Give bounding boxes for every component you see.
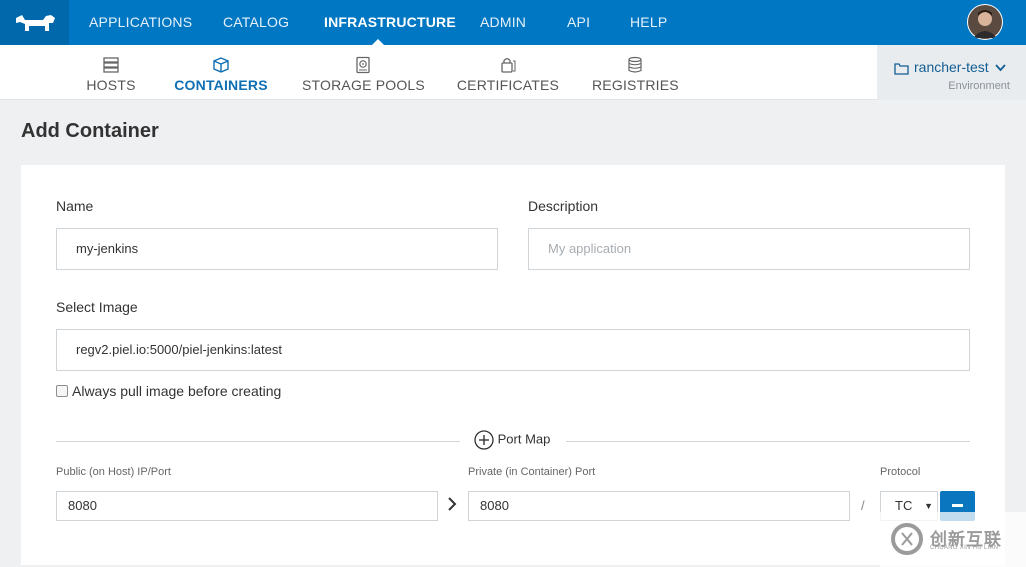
protocol-value: TC xyxy=(895,498,913,513)
subnav-hosts[interactable]: HOSTS xyxy=(82,45,140,100)
always-pull-label: Always pull image before creating xyxy=(72,383,282,399)
subnav-certificates-label: CERTIFICATES xyxy=(456,77,560,93)
public-port-input[interactable]: 8080 xyxy=(56,491,438,521)
description-input[interactable]: My application xyxy=(528,228,970,270)
watermark-logo: 创新互联 CHUANG XIN HU LIAN xyxy=(880,512,1026,567)
subnav-registries[interactable]: REGISTRIES xyxy=(592,45,679,100)
sub-nav-bar: HOSTS CONTAINERS STORAGE POOLS CERTIFICA… xyxy=(0,45,1026,100)
container-box-icon xyxy=(213,57,229,73)
nav-catalog[interactable]: CATALOG xyxy=(223,0,289,45)
nav-api[interactable]: API xyxy=(567,0,590,45)
name-input[interactable]: my-jenkins xyxy=(56,228,498,270)
environment-name: rancher-test xyxy=(914,59,1006,75)
nav-infrastructure[interactable]: INFRASTRUCTURE xyxy=(324,0,456,45)
divider-left xyxy=(56,441,460,442)
nav-applications[interactable]: APPLICATIONS xyxy=(89,0,192,45)
top-nav-bar: APPLICATIONS CATALOG INFRASTRUCTURE ADMI… xyxy=(0,0,1026,45)
registries-icon xyxy=(628,56,642,73)
environment-caption: Environment xyxy=(948,80,1010,92)
protocol-label: Protocol xyxy=(880,466,921,478)
private-port-label: Private (in Container) Port xyxy=(468,466,596,478)
minus-icon xyxy=(952,504,963,507)
subnav-containers-label: CONTAINERS xyxy=(174,77,268,93)
plus-circle-icon xyxy=(474,430,494,450)
nav-help[interactable]: HELP xyxy=(630,0,667,45)
description-label: Description xyxy=(528,198,599,214)
storage-pool-icon xyxy=(356,56,370,74)
subnav-storage-pools-label: STORAGE POOLS xyxy=(302,77,425,93)
subnav-storage-pools[interactable]: STORAGE POOLS xyxy=(302,45,425,100)
image-input[interactable]: regv2.piel.io:5000/piel-jenkins:latest xyxy=(56,329,970,371)
always-pull-checkbox[interactable] xyxy=(56,385,68,397)
chevron-down-icon xyxy=(994,64,1006,72)
subnav-certificates[interactable]: CERTIFICATES xyxy=(456,45,560,100)
port-map-label: Port Map xyxy=(497,431,551,447)
add-port-map-button[interactable]: Port Map xyxy=(474,430,550,450)
user-avatar[interactable] xyxy=(967,4,1003,40)
environment-switcher[interactable]: rancher-test Environment xyxy=(877,45,1026,100)
chevron-right-icon xyxy=(448,497,457,511)
select-image-label: Select Image xyxy=(56,299,138,315)
rancher-logo[interactable] xyxy=(0,0,69,45)
name-label: Name xyxy=(56,198,94,214)
folder-icon xyxy=(894,63,909,75)
divider-right xyxy=(566,441,970,442)
subnav-registries-label: REGISTRIES xyxy=(592,77,679,93)
watermark-subtext: CHUANG XIN HU LIAN xyxy=(930,545,999,551)
subnav-containers[interactable]: CONTAINERS xyxy=(172,45,270,100)
hosts-icon xyxy=(103,57,119,73)
nav-admin[interactable]: ADMIN xyxy=(480,0,526,45)
public-port-label: Public (on Host) IP/Port xyxy=(56,466,171,478)
private-port-input[interactable]: 8080 xyxy=(468,491,850,521)
watermark-emblem-icon xyxy=(891,523,923,555)
certificate-icon xyxy=(501,58,516,73)
page-title: Add Container xyxy=(21,120,159,142)
protocol-separator: / xyxy=(861,498,865,513)
subnav-hosts-label: HOSTS xyxy=(86,77,136,93)
